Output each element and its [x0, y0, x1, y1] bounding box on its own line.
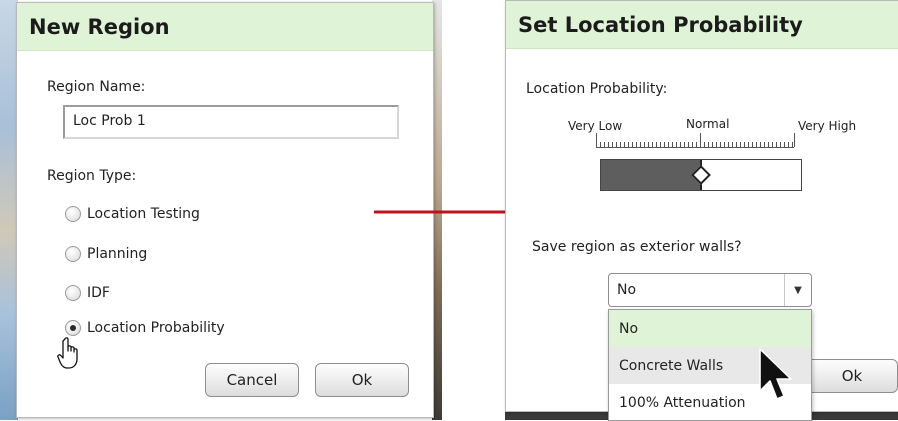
radio-location-testing[interactable]: Location Testing [65, 206, 200, 222]
new-region-dialog: New Region Region Name: Loc Prob 1 Regio… [16, 2, 434, 418]
region-name-input[interactable]: Loc Prob 1 [63, 105, 399, 139]
region-type-label: Region Type: [47, 168, 137, 184]
radio-button[interactable] [65, 285, 81, 301]
scale-ticks [596, 139, 794, 148]
slider-fill [601, 160, 701, 190]
scale-label-low: Very Low [568, 119, 623, 133]
radio-label: Location Probability [87, 320, 225, 336]
cancel-button[interactable]: Cancel [205, 363, 299, 397]
select-value: No [617, 282, 637, 298]
radio-button[interactable] [65, 246, 81, 262]
ok-button[interactable]: Ok [315, 363, 409, 397]
exterior-walls-label: Save region as exterior walls? [532, 239, 742, 255]
radio-idf[interactable]: IDF [65, 285, 110, 301]
location-probability-slider[interactable] [600, 159, 802, 191]
radio-planning[interactable]: Planning [65, 246, 147, 262]
scale-tick-major [794, 133, 795, 147]
radio-label: Planning [87, 246, 148, 262]
region-name-label: Region Name: [47, 79, 146, 95]
dialog-title: New Region [17, 3, 433, 51]
scale-tick-major [700, 133, 701, 147]
radio-location-probability[interactable]: Location Probability [65, 320, 225, 336]
radio-button[interactable] [65, 206, 81, 222]
exterior-walls-select[interactable]: No ▼ [608, 273, 812, 307]
scale-label-normal: Normal [686, 117, 730, 131]
dropdown-option-no[interactable]: No [609, 310, 811, 347]
location-probability-label: Location Probability: [526, 81, 668, 97]
chevron-down-icon[interactable]: ▼ [784, 274, 811, 306]
hand-pointer-icon [57, 337, 78, 369]
scale-tick-major [596, 133, 597, 147]
ok-button[interactable]: Ok [806, 359, 898, 393]
dialog-title: Set Location Probability [506, 1, 898, 49]
scale-label-high: Very High [798, 119, 857, 133]
radio-button-selected[interactable] [65, 320, 81, 336]
radio-label: Location Testing [87, 206, 200, 222]
radio-label: IDF [87, 285, 110, 301]
radio-dot [70, 325, 76, 331]
set-location-probability-dialog: Set Location Probability Location Probab… [505, 0, 898, 421]
mouse-pointer-icon [759, 348, 792, 400]
